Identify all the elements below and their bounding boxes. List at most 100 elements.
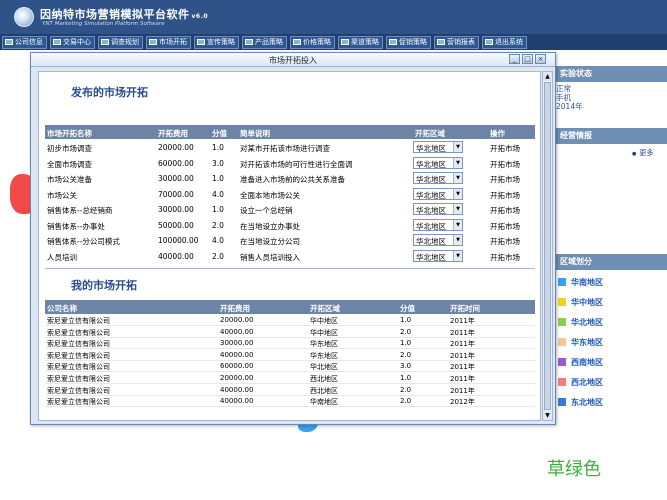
region-legend-item[interactable]: 华东地区 <box>548 332 667 352</box>
my-market-development-title: 我的市场开拓 <box>71 279 137 292</box>
table-row: 索尼爱立信有限公司 20000.00 华中地区 1.0 2011年 <box>45 315 535 326</box>
nav-item-icon <box>149 39 157 45</box>
nav-item-label: 营销报表 <box>447 38 475 46</box>
table-cell-region: 华东地区 <box>310 340 338 349</box>
chevron-down-icon[interactable]: ▼ <box>453 142 462 152</box>
nav-item[interactable]: 价格策略 <box>290 35 335 49</box>
table-cell-time: 2011年 <box>450 317 475 325</box>
develop-market-button[interactable]: 开拓市场 <box>490 205 520 216</box>
table-cell-desc: 设立一个总经销 <box>240 206 293 215</box>
nav-item[interactable]: 公司信息 <box>2 35 47 49</box>
table-row: 索尼爱立信有限公司 40000.00 华中地区 2.0 2011年 <box>45 327 535 338</box>
scroll-down-icon[interactable]: ▼ <box>543 411 552 420</box>
chevron-down-icon[interactable]: ▼ <box>453 188 462 199</box>
table-cell-cost: 50000.00 <box>158 220 194 230</box>
region-select-value: 华北地区 <box>416 206 446 215</box>
published-table-header: 市场开拓名称 开拓费用 分值 简单说明 开拓区域 操作 <box>45 125 535 139</box>
region-name: 华东地区 <box>571 337 603 347</box>
region-select[interactable]: 华北地区 ▼ <box>413 156 463 169</box>
nav-item[interactable]: 营销报表 <box>434 35 479 49</box>
table-cell-score: 2.0 <box>400 327 412 336</box>
theme-label[interactable]: 草绿色 <box>547 455 601 481</box>
close-button[interactable]: × <box>535 54 546 64</box>
region-legend-item[interactable]: 东北地区 <box>548 392 667 412</box>
table-cell-region: 西北地区 <box>310 386 338 395</box>
table-cell-region: 华南地区 <box>310 398 338 407</box>
scroll-up-icon[interactable]: ▲ <box>543 72 552 81</box>
nav-item[interactable]: 产品策略 <box>242 35 287 49</box>
region-name: 西北地区 <box>571 377 603 387</box>
table-cell-desc: 准备进入市场前的公共关系准备 <box>240 175 345 184</box>
develop-market-button[interactable]: 开拓市场 <box>490 143 520 154</box>
region-select[interactable]: 华北地区 ▼ <box>413 141 463 153</box>
table-cell-time: 2012年 <box>450 398 475 407</box>
dialog-scrollbar[interactable]: ▲ ▼ <box>542 71 553 421</box>
nav-item[interactable]: 渠道策略 <box>338 35 383 49</box>
nav-item-icon <box>5 39 13 45</box>
scroll-thumb[interactable] <box>544 82 551 410</box>
region-select[interactable]: 华北地区 ▼ <box>413 249 463 262</box>
column-header: 开拓费用 <box>158 129 188 138</box>
region-legend-item[interactable]: 华中地区 <box>548 292 667 312</box>
nav-item[interactable]: 调查规划 <box>98 35 143 49</box>
chevron-down-icon[interactable]: ▼ <box>453 235 462 245</box>
maximize-button[interactable]: □ <box>522 54 533 64</box>
column-header: 开拓区域 <box>415 129 445 138</box>
develop-market-button[interactable]: 开拓市场 <box>490 190 520 201</box>
app-title-text: 因纳特市场营销模拟平台软件 <box>40 8 190 21</box>
region-select[interactable]: 华北地区 ▼ <box>413 172 463 184</box>
develop-market-button[interactable]: 开拓市场 <box>490 252 520 263</box>
region-select-value: 华北地区 <box>416 190 446 200</box>
region-color-swatch <box>558 278 566 286</box>
table-cell-company: 索尼爱立信有限公司 <box>47 375 110 383</box>
develop-market-button[interactable]: 开拓市场 <box>490 159 520 170</box>
table-cell-score: 1.0 <box>212 205 224 214</box>
chevron-down-icon[interactable]: ▼ <box>453 157 462 168</box>
table-row: 索尼爱立信有限公司 30000.00 华东地区 1.0 2011年 <box>45 338 535 350</box>
nav-item[interactable]: 市场开拓 <box>146 35 191 49</box>
table-cell-score: 4.0 <box>212 189 224 199</box>
chevron-down-icon[interactable]: ▼ <box>453 250 462 261</box>
nav-item-icon <box>245 39 253 45</box>
region-select[interactable]: 华北地区 ▼ <box>413 187 463 200</box>
develop-market-button[interactable]: 开拓市场 <box>490 236 520 247</box>
region-color-swatch <box>558 358 566 366</box>
table-cell-score: 2.0 <box>400 350 412 359</box>
dialog-titlebar[interactable]: 市场开拓投入 _ □ × <box>31 53 555 67</box>
app-title: 因纳特市场营销模拟平台软件 v6.0 <box>40 6 208 22</box>
nav-item[interactable]: 退出系统 <box>482 35 527 49</box>
region-legend-item[interactable]: 西北地区 <box>548 372 667 392</box>
table-cell-score: 2.0 <box>212 251 224 261</box>
experiment-status-panel: 实验状态 正常 手机 2014年 <box>548 66 667 122</box>
region-legend-item[interactable]: 西南地区 <box>548 352 667 372</box>
table-cell-time: 2011年 <box>450 375 475 383</box>
table-cell-score: 1.0 <box>212 143 224 152</box>
region-name: 华中地区 <box>571 297 603 307</box>
table-cell-cost: 20000.00 <box>220 316 254 324</box>
region-select[interactable]: 华北地区 ▼ <box>413 218 463 231</box>
table-cell-region: 华中地区 <box>310 328 338 337</box>
nav-item[interactable]: 宣传策略 <box>194 35 239 49</box>
chevron-down-icon[interactable]: ▼ <box>453 204 462 214</box>
table-cell-name: 全面市场调查 <box>47 159 92 169</box>
minimize-button[interactable]: _ <box>509 54 520 64</box>
chevron-down-icon[interactable]: ▼ <box>453 219 462 230</box>
market-development-dialog: 市场开拓投入 _ □ × 发布的市场开拓 市场开拓名称 开拓费用 分值 简单说明 开拓区… <box>30 52 556 425</box>
region-legend-item[interactable]: 华南地区 <box>548 272 667 292</box>
nav-item[interactable]: 交易中心 <box>50 35 95 49</box>
region-legend-item[interactable]: 华北地区 <box>548 312 667 332</box>
chevron-down-icon[interactable]: ▼ <box>453 173 462 183</box>
region-select-value: 华北地区 <box>416 252 446 262</box>
table-cell-score: 3.0 <box>212 158 224 168</box>
my-table-header: 公司名称 开拓费用 开拓区域 分值 开拓时间 <box>45 300 535 314</box>
dialog-title: 市场开拓投入 <box>269 56 317 65</box>
nav-item[interactable]: 促销策略 <box>386 35 431 49</box>
region-select[interactable]: 华北地区 ▼ <box>413 234 463 246</box>
develop-market-button[interactable]: 开拓市场 <box>490 221 520 232</box>
develop-market-button[interactable]: 开拓市场 <box>490 174 520 185</box>
nav-item-label: 公司信息 <box>15 38 43 46</box>
region-select[interactable]: 华北地区 ▼ <box>413 203 463 215</box>
table-cell-score: 2.0 <box>400 385 412 394</box>
more-link[interactable]: 更多 <box>632 148 653 158</box>
app-version: v6.0 <box>191 13 209 20</box>
